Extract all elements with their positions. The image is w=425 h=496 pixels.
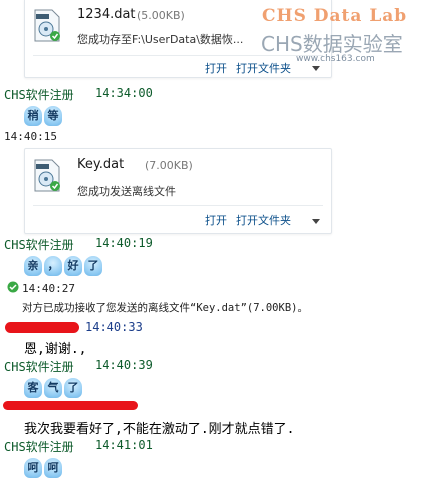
emoticon-char: 稍 (24, 106, 42, 126)
message-text: 我次我要看好了,不能在激动了.刚才就点错了. (24, 422, 295, 437)
message-text: 恩,谢谢., (24, 342, 87, 357)
emoticon-char: 呵 (44, 458, 62, 478)
redacted-sender (3, 401, 138, 410)
emoticon-char: 呵 (24, 458, 42, 478)
message-time: 14:41:01 (95, 438, 153, 452)
vcd-file-check-icon (34, 159, 60, 192)
timestamp: 14:40:27 (22, 282, 75, 295)
file-status: 您成功发送离线文件 (77, 185, 176, 198)
system-notice: 对方已成功接收了您发送的离线文件“Key.dat”(7.00KB)。 (22, 302, 308, 314)
message-time: 14:40:19 (95, 236, 153, 250)
open-button[interactable]: 打开 (205, 60, 227, 76)
emoticon-char: ， (44, 256, 62, 276)
message-sender: CHS软件注册 (4, 238, 74, 252)
chevron-down-icon[interactable] (312, 219, 320, 224)
emoticon-char: 了 (84, 256, 102, 276)
file-status: 您成功存至F:\UserData\数据恢... (77, 33, 244, 46)
message-sender: CHS软件注册 (4, 360, 74, 374)
emoticon-ok: 亲 ， 好 了 (24, 256, 102, 276)
message-sender: CHS软件注册 (4, 88, 74, 102)
success-check-icon (7, 281, 19, 293)
emoticon-welcome: 客 气 了 (24, 378, 82, 398)
watermark-url: www.chs163.com (296, 54, 375, 64)
open-button[interactable]: 打开 (205, 212, 227, 228)
open-folder-button[interactable]: 打开文件夹 (236, 212, 291, 228)
open-folder-button[interactable]: 打开文件夹 (236, 60, 291, 76)
card-divider (33, 205, 323, 206)
file-size: (5.00KB) (137, 9, 185, 22)
timestamp: 14:40:15 (4, 130, 57, 143)
message-time: 14:34:00 (95, 86, 153, 100)
message-sender: CHS软件注册 (4, 440, 74, 454)
emoticon-char: 等 (44, 106, 62, 126)
emoticon-char: 气 (44, 378, 62, 398)
vcd-file-check-icon (34, 9, 60, 42)
file-name: Key.dat (77, 157, 125, 172)
watermark-subtitle: CHS数据实验室 (261, 32, 403, 56)
redacted-sender (5, 322, 79, 333)
watermark-title: CHS Data Lab (262, 6, 408, 26)
message-time: 14:40:33 (85, 320, 143, 334)
message-time: 14:40:39 (95, 358, 153, 372)
file-name: 1234.dat (77, 7, 136, 22)
emoticon-char: 了 (64, 378, 82, 398)
chevron-down-icon[interactable] (312, 66, 320, 71)
emoticon-wait: 稍 等 (24, 106, 62, 126)
file-size: (7.00KB) (145, 159, 193, 172)
file-card-key: Key.dat (7.00KB) 您成功发送离线文件 打开 打开文件夹 (24, 148, 332, 234)
emoticon-char: 客 (24, 378, 42, 398)
emoticon-laugh: 呵 呵 (24, 458, 62, 478)
emoticon-char: 好 (64, 256, 82, 276)
emoticon-char: 亲 (24, 256, 42, 276)
